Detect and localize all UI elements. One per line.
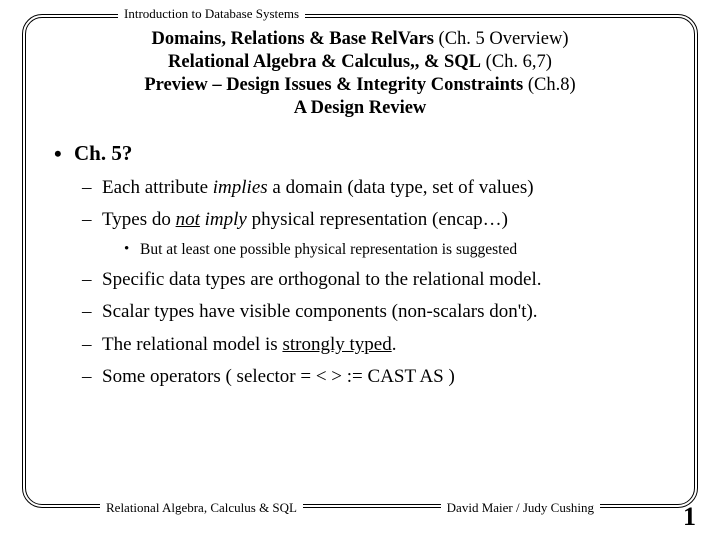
footer-right: David Maier / Judy Cushing <box>441 500 600 516</box>
bullet-item: Types do not imply physical representati… <box>80 205 670 234</box>
bullet-item: The relational model is strongly typed. <box>80 330 670 359</box>
text-italic: implies <box>213 177 268 198</box>
bullet-item: Some operators ( selector = < > := CAST … <box>80 362 670 391</box>
text: The relational model is <box>102 334 282 355</box>
title-line-1-bold: Domains, Relations & Base RelVars <box>151 29 433 49</box>
title-line-3: Preview – Design Issues & Integrity Cons… <box>50 74 670 97</box>
bullet-list: Ch. 5? Each attribute implies a domain (… <box>50 137 670 392</box>
bullet-item: Each attribute implies a domain (data ty… <box>80 173 670 202</box>
title-line-2-rest: (Ch. 6,7) <box>481 52 552 72</box>
slide-title: Domains, Relations & Base RelVars (Ch. 5… <box>50 28 670 121</box>
bullet-item: Scalar types have visible components (no… <box>80 297 670 326</box>
text-underline: strongly typed <box>282 334 391 355</box>
text: Types do <box>102 209 176 230</box>
title-line-1-rest: (Ch. 5 Overview) <box>434 29 569 49</box>
bullet-sub-item: But at least one possible physical repre… <box>122 238 670 262</box>
text: a domain (data type, set of values) <box>268 177 534 198</box>
page-number: 1 <box>683 502 696 532</box>
title-line-1: Domains, Relations & Base RelVars (Ch. 5… <box>50 28 670 51</box>
title-line-3-rest: (Ch.8) <box>523 75 575 95</box>
slide-content: Domains, Relations & Base RelVars (Ch. 5… <box>50 28 670 395</box>
title-line-3-bold: Preview – Design Issues & Integrity Cons… <box>144 75 523 95</box>
bullet-item: Specific data types are orthogonal to th… <box>80 265 670 294</box>
text: . <box>392 334 397 355</box>
bullet-level1: Ch. 5? <box>50 137 670 170</box>
title-line-2: Relational Algebra & Calculus,, & SQL (C… <box>50 51 670 74</box>
text: physical representation (encap…) <box>247 209 508 230</box>
text-italic: imply <box>200 209 247 230</box>
title-line-4: A Design Review <box>50 97 670 120</box>
title-line-2-bold: Relational Algebra & Calculus,, & SQL <box>168 52 481 72</box>
title-line-4-bold: A Design Review <box>294 98 427 118</box>
course-header: Introduction to Database Systems <box>118 6 305 22</box>
text: Each attribute <box>102 177 213 198</box>
footer-left: Relational Algebra, Calculus & SQL <box>100 500 303 516</box>
text-italic-underline: not <box>176 209 200 230</box>
